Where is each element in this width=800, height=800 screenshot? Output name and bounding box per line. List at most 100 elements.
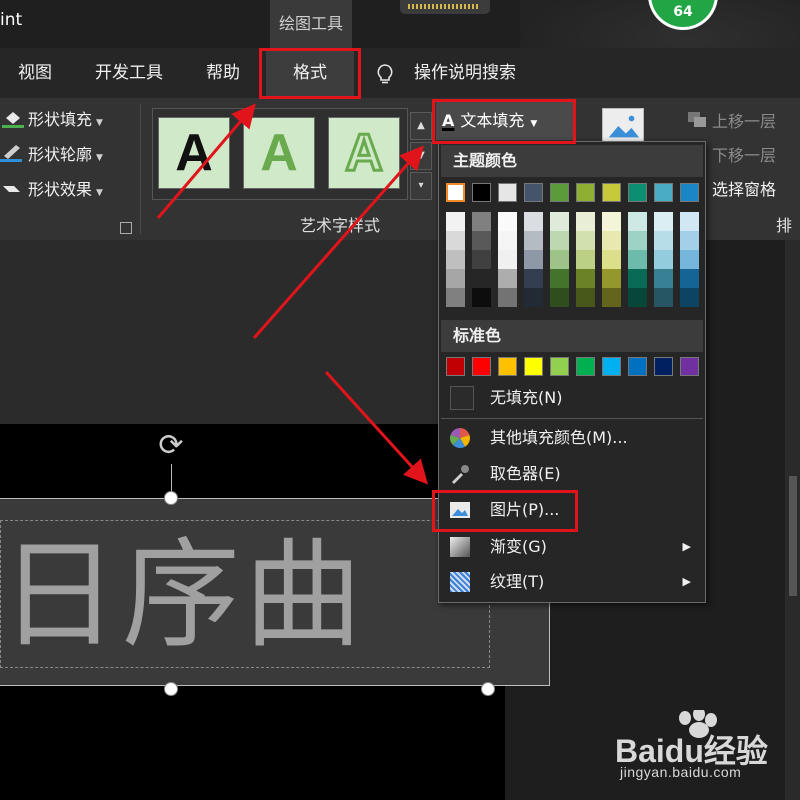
theme-shade-swatch[interactable] [576,288,595,307]
send-backward-button[interactable]: 下移一层 [712,142,776,170]
scrollbar-thumb[interactable] [789,476,797,596]
theme-shade-swatch[interactable] [550,269,569,288]
theme-shade-swatch[interactable] [602,231,621,250]
theme-shade-swatch[interactable] [680,231,699,250]
shape-outline-button[interactable]: 形状轮廓 ▼ [28,141,103,169]
standard-color-swatch[interactable] [680,357,699,376]
theme-shade-swatch[interactable] [680,212,699,231]
standard-color-swatch[interactable] [472,357,491,376]
bring-forward-button[interactable]: 上移一层 [712,108,776,136]
menu-item-gradient[interactable]: 渐变(G) ▶ [441,531,703,563]
theme-shade-swatch[interactable] [446,250,465,269]
theme-shade-swatch[interactable] [498,250,517,269]
theme-shade-swatch[interactable] [680,269,699,288]
theme-shade-swatch[interactable] [498,231,517,250]
wordart-style-black[interactable]: A [158,117,230,189]
theme-shade-swatch[interactable] [524,269,543,288]
theme-shade-swatch[interactable] [446,288,465,307]
theme-color-swatch[interactable] [680,183,699,202]
theme-shade-swatch[interactable] [602,269,621,288]
theme-shade-swatch[interactable] [680,250,699,269]
menu-item-more-colors[interactable]: 其他填充颜色(M)... [441,422,703,454]
standard-color-swatch[interactable] [498,357,517,376]
gallery-scroll-up-icon[interactable]: ▲ [410,112,432,140]
theme-shade-swatch[interactable] [550,231,569,250]
menu-item-texture[interactable]: 纹理(T) ▶ [441,566,703,598]
menu-item-eyedropper[interactable]: 取色器(E) [441,458,703,490]
theme-color-swatch[interactable] [602,183,621,202]
gallery-more-icon[interactable]: ▾ [410,172,432,200]
theme-shade-swatch[interactable] [446,269,465,288]
shape-fill-button[interactable]: 形状填充 ▼ [28,106,103,134]
theme-shade-swatch[interactable] [472,288,491,307]
standard-color-swatch[interactable] [628,357,647,376]
theme-shade-swatch[interactable] [550,212,569,231]
theme-color-swatch[interactable] [524,183,543,202]
theme-shade-swatch[interactable] [472,250,491,269]
alt-text-image-icon[interactable] [602,108,644,144]
resize-handle-bottom[interactable] [164,682,178,696]
wordart-style-green[interactable]: A [243,117,315,189]
theme-shade-swatch[interactable] [628,288,647,307]
theme-shade-swatch[interactable] [576,231,595,250]
theme-shade-swatch[interactable] [654,212,673,231]
theme-color-swatch[interactable] [498,183,517,202]
theme-shade-swatch[interactable] [680,288,699,307]
rotate-handle-icon[interactable]: ⟳ [154,430,188,464]
theme-color-swatch[interactable] [446,183,465,202]
theme-shade-swatch[interactable] [628,250,647,269]
standard-color-swatch[interactable] [576,357,595,376]
theme-shade-swatch[interactable] [498,212,517,231]
menu-item-no-fill[interactable]: 无填充(N) [441,382,703,414]
theme-shade-swatch[interactable] [524,250,543,269]
theme-shade-swatch[interactable] [446,212,465,231]
theme-shade-swatch[interactable] [602,250,621,269]
dialog-launcher-icon[interactable] [120,222,132,234]
theme-shade-swatch[interactable] [628,212,647,231]
theme-color-swatch[interactable] [654,183,673,202]
shape-effects-button[interactable]: 形状效果 ▼ [28,176,103,204]
wordart-style-outline[interactable]: A [328,117,400,189]
theme-shade-swatch[interactable] [654,269,673,288]
tab-view[interactable]: 视图 [18,48,52,98]
theme-shade-swatch[interactable] [524,231,543,250]
standard-color-swatch[interactable] [446,357,465,376]
tab-help[interactable]: 帮助 [206,48,240,98]
selection-pane-button[interactable]: 选择窗格 [712,176,776,204]
theme-shade-swatch[interactable] [576,269,595,288]
theme-shade-swatch[interactable] [550,288,569,307]
theme-shade-swatch[interactable] [654,250,673,269]
theme-shade-swatch[interactable] [498,269,517,288]
theme-shade-swatch[interactable] [628,269,647,288]
theme-shade-swatch[interactable] [602,288,621,307]
theme-shade-swatch[interactable] [576,250,595,269]
theme-shade-swatch[interactable] [524,288,543,307]
watermark-url: jingyan.baidu.com [620,764,742,780]
theme-shade-swatch[interactable] [602,212,621,231]
standard-color-swatch[interactable] [602,357,621,376]
standard-color-swatch[interactable] [654,357,673,376]
app-name: int [0,10,23,30]
theme-color-swatch[interactable] [628,183,647,202]
gallery-scroll-down-icon[interactable]: ▼ [410,142,432,170]
standard-color-swatch[interactable] [524,357,543,376]
tab-developer[interactable]: 开发工具 [95,48,163,98]
theme-shade-swatch[interactable] [576,212,595,231]
theme-shade-swatch[interactable] [654,288,673,307]
theme-shade-swatch[interactable] [524,212,543,231]
theme-shade-swatch[interactable] [472,231,491,250]
tell-me-search[interactable]: 操作说明搜索 [414,48,516,98]
theme-color-swatch[interactable] [576,183,595,202]
theme-shade-swatch[interactable] [472,269,491,288]
theme-shade-swatch[interactable] [550,250,569,269]
theme-color-swatch[interactable] [472,183,491,202]
theme-color-swatch[interactable] [550,183,569,202]
theme-shade-swatch[interactable] [472,212,491,231]
standard-color-swatch[interactable] [550,357,569,376]
theme-shade-swatch[interactable] [498,288,517,307]
theme-shade-swatch[interactable] [446,231,465,250]
resize-handle-bottom-right[interactable] [481,682,495,696]
resize-handle-top[interactable] [164,491,178,505]
theme-shade-swatch[interactable] [628,231,647,250]
theme-shade-swatch[interactable] [654,231,673,250]
